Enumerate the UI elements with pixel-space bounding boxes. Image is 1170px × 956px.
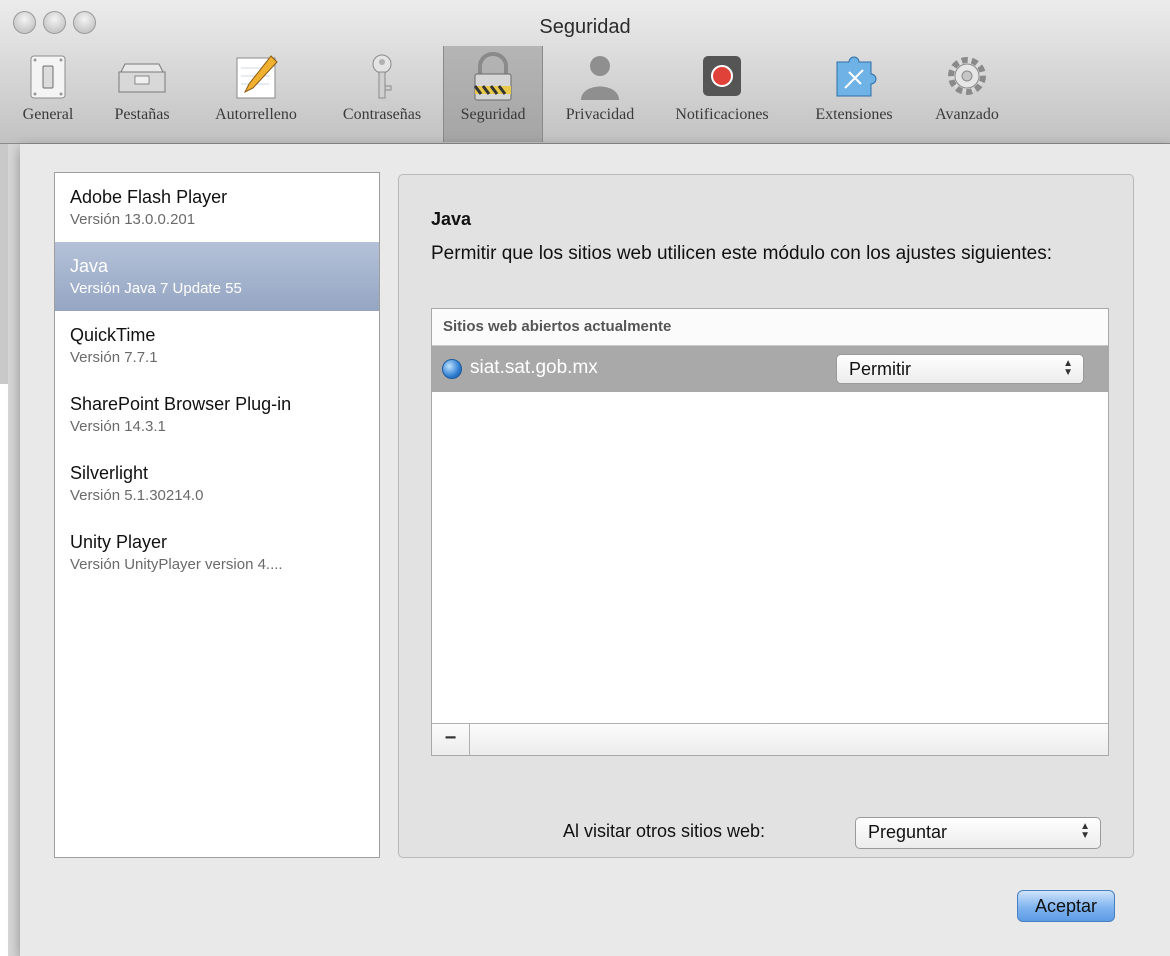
- plugin-name: Silverlight: [70, 463, 149, 483]
- toolbar-label: Privacidad: [565, 106, 635, 123]
- accept-button[interactable]: Aceptar: [1017, 890, 1115, 922]
- plugin-settings-sheet: Adobe Flash Player Versión 13.0.0.201 Ja…: [20, 144, 1170, 956]
- toolbar-extensions[interactable]: Extensiones: [791, 46, 917, 142]
- plugin-version: Versión 14.3.1: [70, 418, 166, 435]
- toolbar-privacy[interactable]: Privacidad: [547, 46, 653, 142]
- key-icon: [372, 54, 392, 99]
- plugin-list[interactable]: Adobe Flash Player Versión 13.0.0.201 Ja…: [54, 172, 380, 858]
- sites-table[interactable]: Sitios web abiertos actualmente siat.sat…: [431, 308, 1109, 756]
- toolbar-autofill[interactable]: Autorrelleno: [188, 46, 324, 142]
- remove-site-button[interactable]: −: [432, 724, 470, 755]
- toolbar-label: Contraseñas: [342, 106, 422, 123]
- toolbar-label: Extensiones: [815, 106, 893, 123]
- plugin-item-selected[interactable]: Java Versión Java 7 Update 55: [55, 242, 379, 311]
- window-titlebar: Seguridad General Pestañas Autorrelleno: [0, 0, 1170, 144]
- toolbar-tabs[interactable]: Pestañas: [96, 46, 188, 142]
- puzzle-extension-icon: [836, 56, 877, 97]
- plugin-version: Versión 7.7.1: [70, 349, 158, 366]
- plugin-name: Java: [70, 256, 109, 276]
- plugin-name: QuickTime: [70, 325, 156, 345]
- plugin-version: Versión 13.0.0.201: [70, 211, 196, 228]
- settings-description: Permitir que los sitios web utilicen est…: [431, 243, 1052, 264]
- toolbar-advanced[interactable]: Avanzado: [917, 46, 1017, 142]
- plugin-name: SharePoint Browser Plug-in: [70, 394, 292, 414]
- toolbar-security[interactable]: Seguridad: [443, 46, 543, 142]
- sites-table-header: Sitios web abiertos actualmente: [432, 309, 1108, 346]
- globe-icon: [442, 359, 462, 379]
- other-sites-label: Al visitar otros sitios web:: [563, 821, 766, 841]
- updown-arrows-icon: ▲ ▼: [1063, 358, 1073, 378]
- toolbar-label: Pestañas: [114, 106, 170, 123]
- notification-record-icon: [703, 56, 741, 96]
- toolbar-notifications[interactable]: Notificaciones: [655, 46, 789, 142]
- plugin-item[interactable]: SharePoint Browser Plug-in Versión 14.3.…: [55, 380, 379, 449]
- plugin-name: Adobe Flash Player: [70, 187, 228, 207]
- plugin-item[interactable]: Unity Player Versión UnityPlayer version…: [55, 518, 379, 587]
- table-row[interactable]: siat.sat.gob.mx Permitir ▲ ▼: [432, 346, 1108, 392]
- site-permission-select[interactable]: Permitir ▲ ▼: [836, 354, 1084, 384]
- site-permission-value: Permitir: [849, 359, 911, 379]
- plugin-item[interactable]: Silverlight Versión 5.1.30214.0: [55, 449, 379, 518]
- toolbar-general[interactable]: General: [0, 46, 96, 142]
- autofill-pencil-icon: [236, 55, 278, 99]
- toolbar-label: Autorrelleno: [215, 106, 297, 123]
- site-url: siat.sat.gob.mx: [470, 357, 598, 378]
- plugin-item[interactable]: Adobe Flash Player Versión 13.0.0.201: [55, 173, 379, 242]
- toolbar-label: General: [22, 106, 74, 123]
- updown-arrows-icon: ▲ ▼: [1080, 821, 1090, 841]
- toolbar-passwords[interactable]: Contraseñas: [324, 46, 440, 142]
- toolbar-label: Avanzado: [935, 106, 999, 123]
- plugin-name: Unity Player: [70, 532, 168, 552]
- plugin-version: Versión Java 7 Update 55: [70, 280, 242, 297]
- plugin-item[interactable]: QuickTime Versión 7.7.1: [55, 311, 379, 380]
- person-silhouette-icon: [581, 56, 619, 100]
- tabs-icon: [118, 63, 166, 93]
- toolbar-label: Seguridad: [460, 106, 526, 123]
- sites-table-footer: −: [432, 723, 1108, 755]
- toolbar-label: Notificaciones: [675, 106, 769, 123]
- general-switch-icon: [30, 55, 66, 99]
- plugin-settings-panel: Java Permitir que los sitios web utilice…: [398, 174, 1134, 858]
- gear-icon: [948, 57, 986, 95]
- plugin-version: Versión 5.1.30214.0: [70, 487, 204, 504]
- padlock-icon: [473, 52, 512, 101]
- window-title: Seguridad: [539, 16, 631, 38]
- other-sites-value: Preguntar: [868, 822, 948, 842]
- settings-title: Java: [431, 209, 472, 229]
- other-sites-select[interactable]: Preguntar ▲ ▼: [855, 817, 1101, 849]
- plugin-version: Versión UnityPlayer version 4....: [70, 556, 283, 573]
